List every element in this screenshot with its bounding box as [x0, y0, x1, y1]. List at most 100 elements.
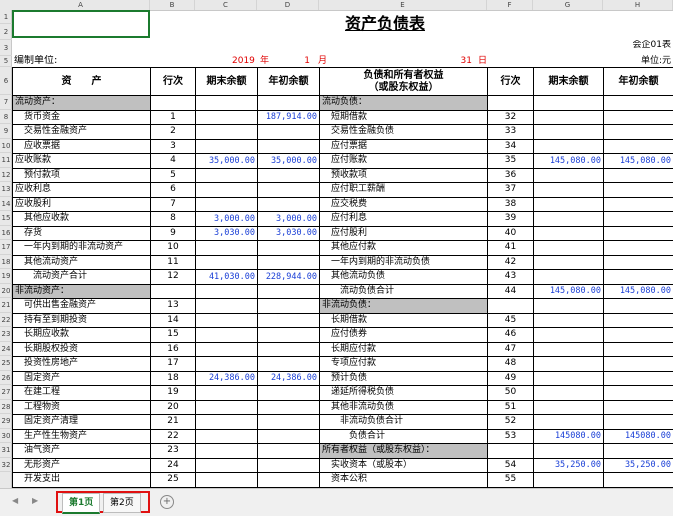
- cell-f-row-6[interactable]: 36: [488, 168, 534, 183]
- cell-c-row-20[interactable]: 24,386.00: [196, 371, 258, 386]
- cell-h-row-7[interactable]: [604, 183, 673, 198]
- row-header-6[interactable]: 6: [0, 67, 12, 95]
- cell-d-row-25[interactable]: [258, 444, 320, 459]
- cell-d-row-10[interactable]: 3,030.00: [258, 226, 320, 241]
- cell-a-row-8[interactable]: 应收股利: [13, 197, 151, 212]
- plus-circle-icon[interactable]: +: [160, 495, 174, 509]
- cell-e-row-8[interactable]: 应交税费: [320, 197, 488, 212]
- cell-f-row-10[interactable]: 40: [488, 226, 534, 241]
- cell-b-row-17[interactable]: 15: [151, 328, 196, 343]
- cell-f-row-2[interactable]: 32: [488, 110, 534, 125]
- cell-e-row-19[interactable]: 专项应付款: [320, 357, 488, 372]
- cell-a-row-7[interactable]: 应收利息: [13, 183, 151, 198]
- cell-d-row-22[interactable]: [258, 400, 320, 415]
- cell-h-row-23[interactable]: [604, 415, 673, 430]
- cell-g-row-2[interactable]: [534, 110, 604, 125]
- cell-d-row-5[interactable]: 35,000.00: [258, 154, 320, 169]
- cell-d-row-1[interactable]: [258, 96, 320, 111]
- cell-b-row-18[interactable]: 16: [151, 342, 196, 357]
- cell-h-row-17[interactable]: [604, 328, 673, 343]
- cell-a-row-1[interactable]: 流动资产：: [13, 96, 151, 111]
- cell-g-row-8[interactable]: [534, 197, 604, 212]
- cell-a-row-18[interactable]: 长期股权投资: [13, 342, 151, 357]
- cell-d-row-12[interactable]: [258, 255, 320, 270]
- cell-h-row-8[interactable]: [604, 198, 673, 212]
- cell-g-row-23[interactable]: [534, 415, 604, 430]
- row-header-7[interactable]: 7: [0, 95, 12, 110]
- cell-d-row-9[interactable]: 3,000.00: [258, 212, 320, 227]
- cell-g-row-19[interactable]: [534, 357, 604, 372]
- row-header-22[interactable]: 22: [0, 313, 12, 327]
- cell-d-row-3[interactable]: [258, 125, 320, 140]
- cell-f-row-22[interactable]: 51: [488, 400, 534, 415]
- cell-c-row-25[interactable]: [196, 444, 258, 459]
- cell-e-row-4[interactable]: 应付票据: [320, 139, 488, 154]
- cell-f-row-20[interactable]: 49: [488, 371, 534, 386]
- cell-d-row-26[interactable]: [258, 458, 320, 473]
- cell-e-row-24[interactable]: 负债合计: [320, 429, 488, 444]
- cell-g-row-10[interactable]: [534, 226, 604, 241]
- row-header-24[interactable]: 24: [0, 342, 12, 356]
- cell-c-row-27[interactable]: [196, 473, 258, 488]
- cell-e-row-15[interactable]: 非流动负债：: [320, 299, 488, 314]
- cell-h-row-11[interactable]: [604, 241, 673, 256]
- row-header-2[interactable]: 2: [0, 24, 12, 40]
- column-header-b[interactable]: B: [150, 0, 195, 10]
- cell-b-row-20[interactable]: 18: [151, 371, 196, 386]
- row-header-1[interactable]: 1: [0, 10, 12, 24]
- cell-a-row-19[interactable]: 投资性房地产: [13, 357, 151, 372]
- cell-a-row-3[interactable]: 交易性金融资产: [13, 125, 151, 140]
- cell-h-row-21[interactable]: [604, 386, 673, 401]
- column-header-g[interactable]: G: [533, 0, 603, 10]
- cell-e-row-21[interactable]: 递延所得税负债: [320, 386, 488, 401]
- cell-g-row-21[interactable]: [534, 386, 604, 401]
- cell-g-row-18[interactable]: [534, 342, 604, 357]
- cell-g-row-14[interactable]: 145,080.00: [534, 284, 604, 299]
- cell-a-row-9[interactable]: 其他应收款: [13, 212, 151, 227]
- cell-e-row-11[interactable]: 其他应付款: [320, 241, 488, 256]
- cell-h-row-6[interactable]: [604, 169, 673, 183]
- cell-c-row-21[interactable]: [196, 386, 258, 401]
- column-header-c[interactable]: C: [195, 0, 257, 10]
- row-header-14[interactable]: 14: [0, 197, 12, 211]
- cell-a-row-15[interactable]: 可供出售金融资产: [13, 299, 151, 314]
- cell-h-row-5[interactable]: 145,080.00: [604, 154, 673, 169]
- cell-d-row-18[interactable]: [258, 342, 320, 357]
- row-header-9[interactable]: 9: [0, 124, 12, 139]
- cell-e-row-18[interactable]: 长期应付款: [320, 342, 488, 357]
- cell-d-row-21[interactable]: [258, 386, 320, 401]
- row-header-11[interactable]: 11: [0, 153, 12, 168]
- row-header-25[interactable]: 25: [0, 356, 12, 371]
- cell-b-row-1[interactable]: [151, 96, 196, 111]
- cell-d-row-8[interactable]: [258, 197, 320, 212]
- cell-f-row-19[interactable]: 48: [488, 357, 534, 372]
- cell-d-row-11[interactable]: [258, 241, 320, 256]
- cell-d-row-23[interactable]: [258, 415, 320, 430]
- cell-h-row-20[interactable]: [604, 372, 673, 386]
- cell-d-row-15[interactable]: [258, 299, 320, 314]
- cell-g-row-3[interactable]: [534, 125, 604, 140]
- cell-a-row-22[interactable]: 工程物资: [13, 400, 151, 415]
- cell-e-row-13[interactable]: 其他流动负债: [320, 270, 488, 285]
- cell-g-row-24[interactable]: 145080.00: [534, 429, 604, 444]
- cell-b-row-22[interactable]: 20: [151, 400, 196, 415]
- cell-d-row-4[interactable]: [258, 139, 320, 154]
- cell-b-row-3[interactable]: 2: [151, 125, 196, 140]
- scroll-left-icon[interactable]: ◀: [12, 496, 18, 505]
- cell-d-row-27[interactable]: [258, 473, 320, 488]
- cell-a-row-12[interactable]: 其他流动资产: [13, 255, 151, 270]
- cell-c-row-9[interactable]: 3,000.00: [196, 212, 258, 227]
- cell-c-row-10[interactable]: 3,030.00: [196, 226, 258, 241]
- cell-e-row-1[interactable]: 流动负债：: [320, 96, 488, 111]
- cell-f-row-21[interactable]: 50: [488, 386, 534, 401]
- cell-a-row-26[interactable]: 无形资产: [13, 458, 151, 473]
- worksheet[interactable]: 资产负债表 会企01表 编制单位: 2019 年 1 月 31 日 单位:元 资…: [12, 10, 673, 488]
- cell-a-row-21[interactable]: 在建工程: [13, 386, 151, 401]
- cell-e-row-10[interactable]: 应付股利: [320, 226, 488, 241]
- cell-b-row-2[interactable]: 1: [151, 110, 196, 125]
- cell-e-row-2[interactable]: 短期借款: [320, 110, 488, 125]
- cell-h-row-13[interactable]: [604, 270, 673, 285]
- cell-d-row-17[interactable]: [258, 328, 320, 343]
- cell-b-row-27[interactable]: 25: [151, 473, 196, 488]
- cell-b-row-26[interactable]: 24: [151, 458, 196, 473]
